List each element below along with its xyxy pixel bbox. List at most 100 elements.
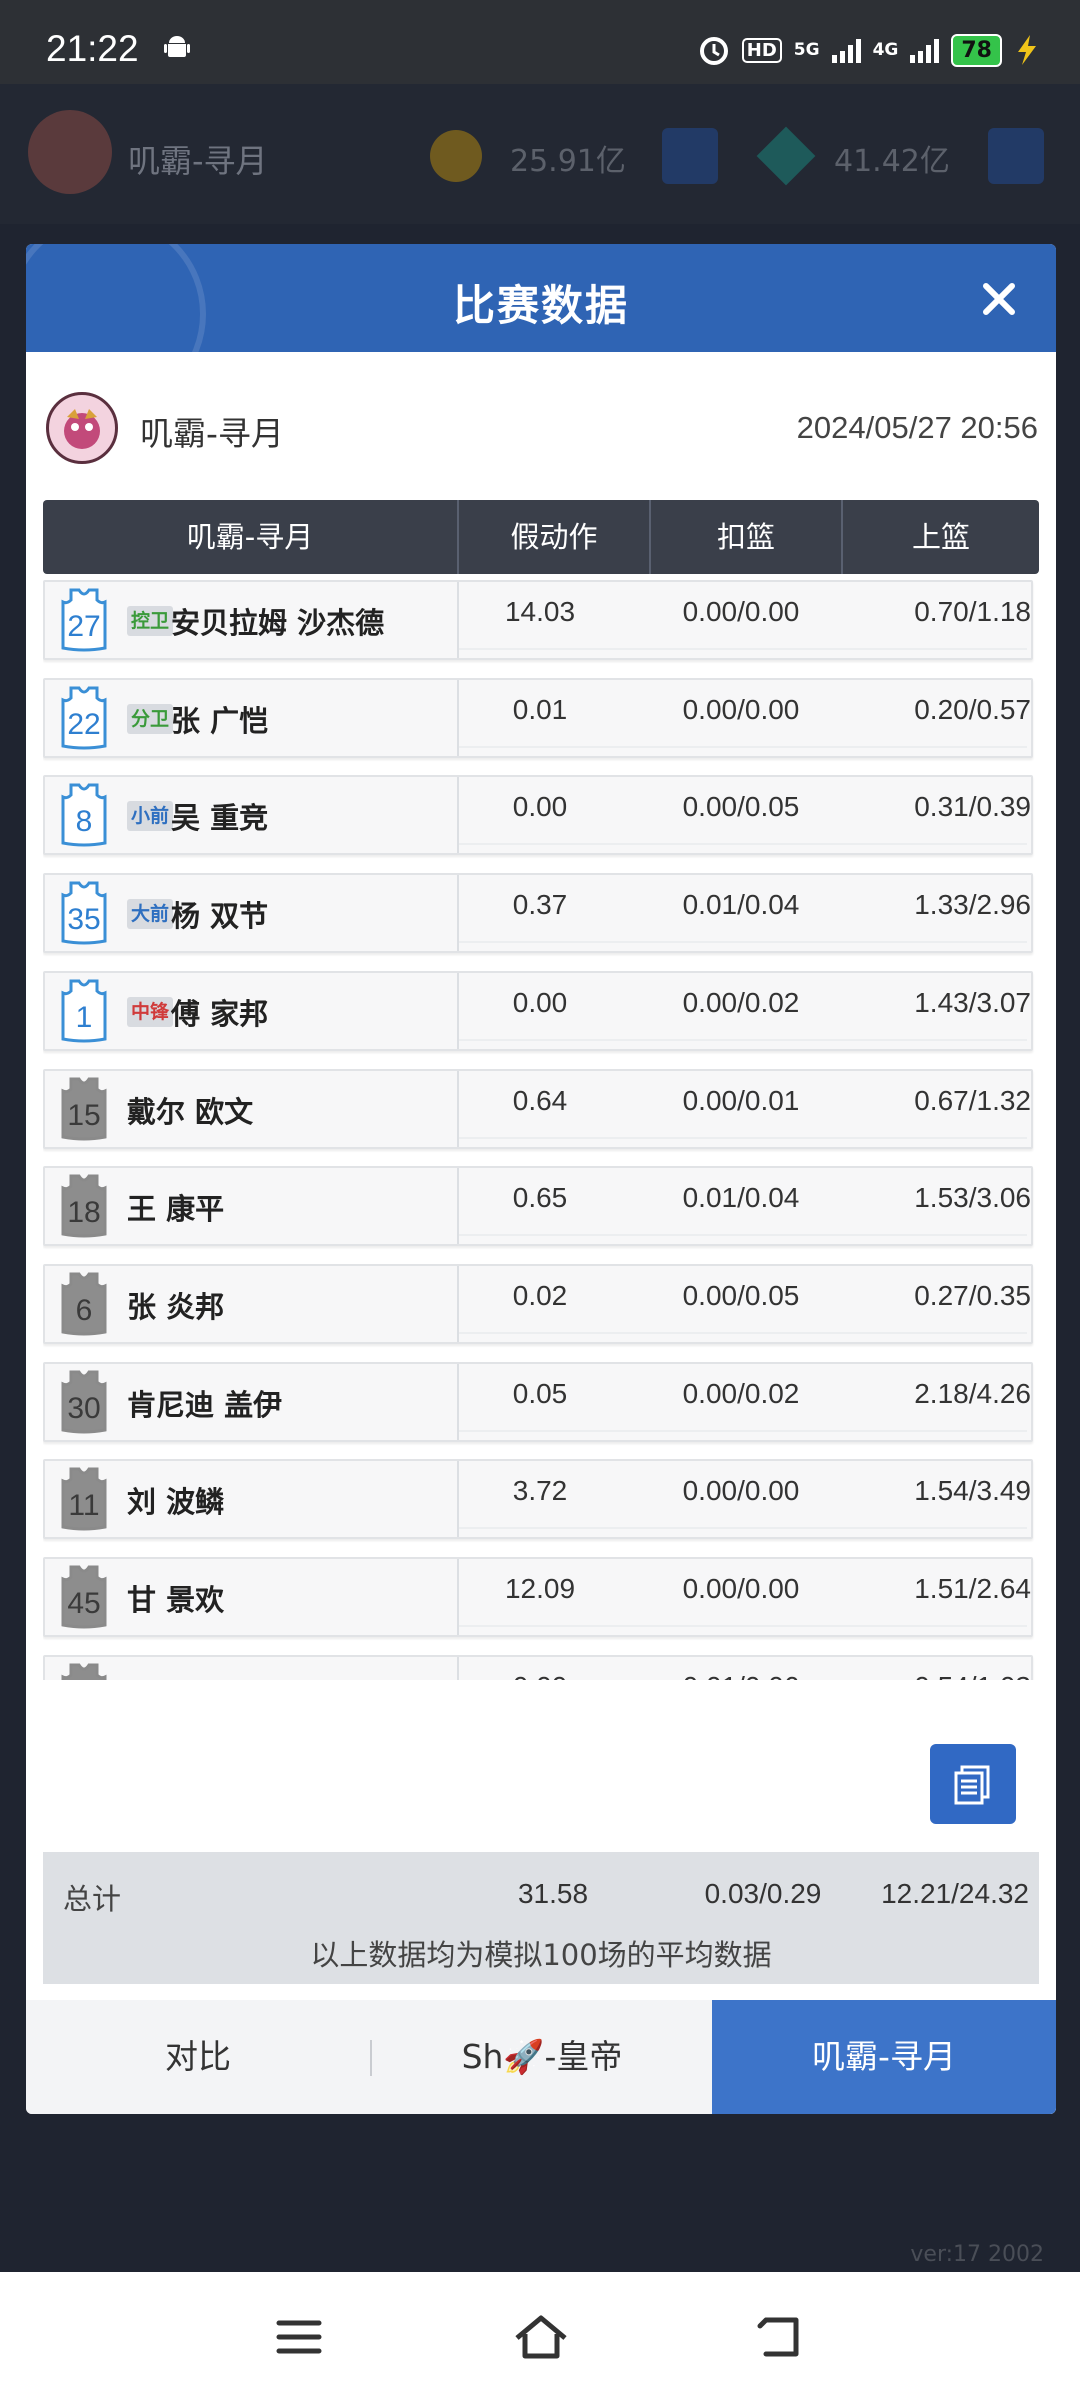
jersey-icon: 27	[57, 588, 111, 652]
dialog-header: 比赛数据	[26, 244, 1056, 414]
player-row[interactable]: 1 中锋傅 家邦 0.00 0.00/0.02 1.43/3.07	[43, 971, 1033, 1051]
player-row[interactable]: 48 贾兹基贝尔 索米… 0.00 0.01/0.06 0.54/1.03	[43, 1655, 1033, 1680]
player-name: 贾兹基贝尔 索米…	[127, 1675, 369, 1680]
column-header-dunk: 扣篮	[716, 520, 775, 554]
player-fake-value: 0.65	[512, 1182, 568, 1213]
player-name: 张 广恺	[171, 704, 269, 738]
player-row[interactable]: 30 肯尼迪 盖伊 0.05 0.00/0.02 2.18/4.26	[43, 1362, 1033, 1442]
tab-own-team[interactable]: 叽霸-寻月	[712, 2000, 1056, 2114]
coin-icon	[430, 130, 482, 182]
hd-icon: HD	[741, 37, 782, 63]
player-dunk-value: 0.00/0.01	[682, 1085, 800, 1116]
player-name-cell: 48 贾兹基贝尔 索米…	[45, 1657, 459, 1680]
player-name: 王 康平	[127, 1192, 225, 1226]
copy-icon	[954, 1765, 990, 1805]
player-name-cell: 30 肯尼迪 盖伊	[45, 1364, 459, 1440]
status-time: 21:22	[46, 28, 139, 69]
simulation-note: 以上数据均为模拟100场的平均数据	[310, 1938, 772, 1972]
tab-opponent[interactable]: Sh🚀-皇帝	[372, 2000, 712, 2114]
jersey-icon: 45	[57, 1565, 111, 1629]
signal-icon-2	[910, 37, 940, 63]
team-name: 叽霸-寻月	[140, 414, 284, 453]
tab-compare[interactable]: 对比	[26, 2000, 370, 2114]
match-date: 2024/05/27 20:56	[796, 410, 1038, 445]
player-fake-value: 0.37	[512, 889, 568, 920]
jersey-icon: 22	[57, 686, 111, 750]
player-dunk-value: 0.00/0.05	[682, 1280, 800, 1311]
player-fake-value: 0.01	[512, 694, 568, 725]
close-button[interactable]	[972, 272, 1026, 326]
player-dunk-value: 0.00/0.05	[682, 791, 800, 822]
player-row[interactable]: 18 王 康平 0.65 0.01/0.04 1.53/3.06	[43, 1166, 1033, 1246]
player-dunk-value: 0.00/0.00	[682, 694, 800, 725]
gem-icon	[756, 126, 816, 186]
team-info-row: 叽霸-寻月 2024/05/27 20:56	[26, 352, 1056, 496]
team-logo	[46, 392, 118, 464]
player-fake-value: 3.72	[512, 1475, 568, 1506]
position-badge: 大前	[127, 899, 174, 929]
player-dunk-value: 0.00/0.00	[682, 1573, 800, 1604]
player-row[interactable]: 35 大前杨 双节 0.37 0.01/0.04 1.33/2.96	[43, 873, 1033, 953]
player-row[interactable]: 45 甘 景欢 12.09 0.00/0.00 1.51/2.64	[43, 1557, 1033, 1637]
jersey-number: 1	[75, 1001, 93, 1034]
player-name: 傅 家邦	[171, 997, 269, 1031]
player-dunk-value: 0.00/0.02	[682, 987, 800, 1018]
player-fake-value: 0.00	[475, 1671, 605, 1680]
totals-panel: 总计 31.58 0.03/0.29 12.21/24.32 以上数据均为模拟1…	[43, 1852, 1039, 1984]
player-layup-value: 1.54/3.49	[914, 1475, 1031, 1506]
player-stats-list[interactable]: 27 控卫 安贝拉姆 沙杰德 14.03 0.00/0.00 0.70/1.18 22 分卫张…	[43, 580, 1043, 1680]
player-layup-value: 1.43/3.07	[914, 987, 1031, 1018]
player-row[interactable]: 15 戴尔 欧文 0.64 0.00/0.01 0.67/1.32	[43, 1069, 1033, 1149]
player-layup-value: 0.54/1.03	[855, 1671, 1031, 1680]
network-4g: 4G	[872, 40, 899, 60]
network-5g: 5G	[793, 40, 820, 60]
alarm-icon	[699, 37, 728, 65]
column-header-layup: 上篮	[911, 520, 970, 554]
menu-icon	[276, 2320, 322, 2354]
player-layup-value: 2.18/4.26	[914, 1378, 1031, 1409]
version-label: ver:17 2002	[910, 2242, 1044, 2267]
player-name: 张 炎邦	[127, 1290, 225, 1324]
jersey-icon: 1	[57, 979, 111, 1043]
jersey-icon: 11	[57, 1467, 111, 1531]
jersey-number: 8	[75, 805, 93, 838]
player-name-cell: 35 大前杨 双节	[45, 875, 459, 951]
jersey-number: 45	[67, 1587, 101, 1620]
player-name-cell: 6 张 炎邦	[45, 1266, 459, 1342]
copy-button[interactable]	[930, 1744, 1016, 1824]
jersey-number: 27	[67, 610, 101, 643]
player-fake-value: 14.03	[504, 596, 576, 627]
menu-button[interactable]	[264, 2302, 334, 2372]
column-header-fake: 假动作	[510, 520, 598, 554]
player-dunk-value: 0.00/0.02	[682, 1378, 800, 1409]
player-name-cell: 22 分卫张 广恺	[45, 680, 459, 756]
jersey-icon: 18	[57, 1174, 111, 1238]
player-layup-value: 1.53/3.06	[914, 1182, 1031, 1213]
jersey-number: 11	[68, 1489, 100, 1522]
player-row[interactable]: 11 刘 波鳞 3.72 0.00/0.00 1.54/3.49	[43, 1459, 1033, 1539]
player-name: 吴 重竞	[171, 801, 269, 835]
dialog-title: 比赛数据	[452, 281, 629, 330]
jersey-number: 6	[75, 1294, 93, 1327]
status-bar: 21:22 HD 5G 4G 78	[0, 0, 1080, 84]
dialog-body: 叽霸-寻月 2024/05/27 20:56 叽霸-寻月 假动作 扣篮 上篮 2…	[26, 352, 1056, 2006]
background-currency2: 41.42亿	[834, 144, 950, 179]
player-layup-value: 0.70/1.18	[914, 596, 1031, 627]
jersey-icon: 30	[57, 1370, 111, 1434]
jersey-number: 18	[67, 1196, 101, 1229]
position-badge: 小前	[127, 801, 174, 831]
totals-fake: 31.58	[517, 1878, 589, 1909]
player-name: 安贝拉姆 沙杰德	[171, 606, 385, 640]
player-name-cell: 11 刘 波鳞	[45, 1461, 459, 1537]
player-row[interactable]: 22 分卫张 广恺 0.01 0.00/0.00 0.20/0.57	[43, 678, 1033, 758]
player-row[interactable]: 6 张 炎邦 0.02 0.00/0.05 0.27/0.35	[43, 1264, 1033, 1344]
player-row[interactable]: 8 小前吴 重竞 0.00 0.00/0.05 0.31/0.39	[43, 775, 1033, 855]
player-row[interactable]: 27 控卫 安贝拉姆 沙杰德 14.03 0.00/0.00 0.70/1.18	[43, 580, 1033, 660]
home-button[interactable]	[506, 2302, 576, 2372]
totals-layup: 12.21/24.32	[881, 1878, 1029, 1909]
player-name: 戴尔 欧文	[127, 1095, 254, 1129]
background-team-name: 叽霸-寻月	[128, 142, 268, 180]
player-fake-value: 0.02	[512, 1280, 568, 1311]
team-tabs: 对比 Sh🚀-皇帝 叽霸-寻月	[26, 2000, 1056, 2114]
back-button[interactable]	[746, 2302, 816, 2372]
